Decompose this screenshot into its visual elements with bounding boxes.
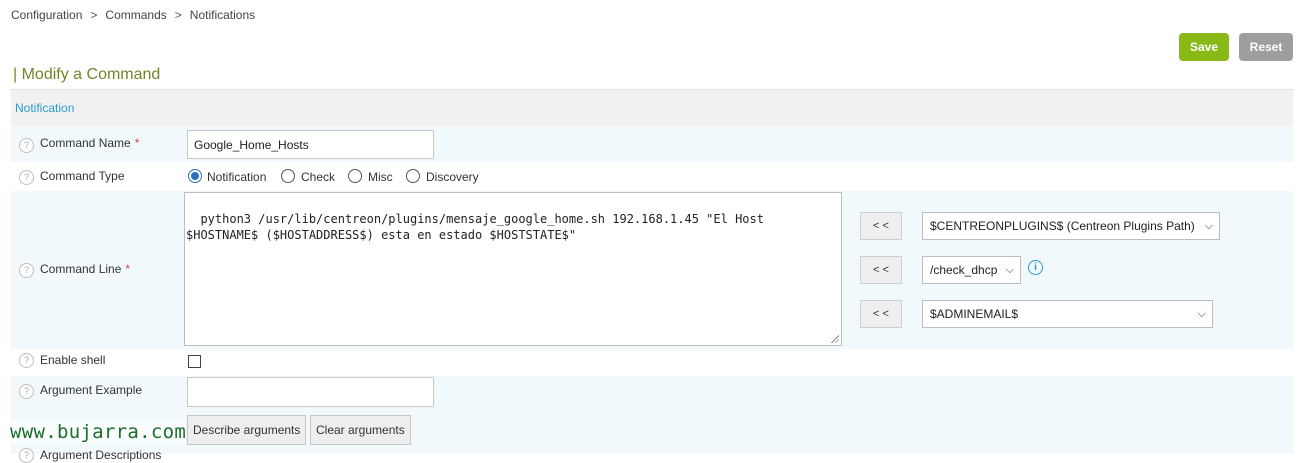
insert-check-command-button[interactable]: < < xyxy=(860,256,902,284)
command-line-textarea[interactable]: python3 /usr/lib/centreon/plugins/mensaj… xyxy=(184,192,842,346)
info-icon[interactable]: i xyxy=(1028,260,1043,275)
command-type-label: Command Type xyxy=(40,169,125,183)
radio-label-discovery: Discovery xyxy=(426,170,479,184)
admin-macro-select[interactable]: $ADMINEMAIL$ ⌵ xyxy=(922,300,1213,328)
save-button[interactable]: Save xyxy=(1179,33,1229,61)
chevron-down-icon: ⌵ xyxy=(1005,264,1014,276)
radio-label-check: Check xyxy=(301,170,336,184)
argument-example-input[interactable] xyxy=(187,377,434,407)
admin-macro-value: $ADMINEMAIL$ xyxy=(930,307,1019,321)
breadcrumb-separator: > xyxy=(174,8,182,22)
command-type-row: ? Command Type xyxy=(11,163,1293,191)
plugins-path-value: $CENTREONPLUGINS$ (Centreon Plugins Path… xyxy=(930,219,1195,233)
insert-plugins-path-button[interactable]: < < xyxy=(860,212,902,240)
command-name-label: Command Name * xyxy=(40,136,140,150)
insert-admin-macro-button[interactable]: < < xyxy=(860,300,902,328)
radio-notification[interactable] xyxy=(188,169,202,183)
chevron-down-icon: ⌵ xyxy=(1204,220,1213,232)
breadcrumb-configuration[interactable]: Configuration xyxy=(11,8,82,22)
radio-label-notification: Notification xyxy=(207,170,267,184)
section-title: Notification xyxy=(15,101,75,115)
resize-handle[interactable] xyxy=(831,335,839,343)
help-icon[interactable]: ? xyxy=(19,170,34,185)
plugins-path-select[interactable]: $CENTREONPLUGINS$ (Centreon Plugins Path… xyxy=(922,212,1220,240)
chevron-down-icon: ⌵ xyxy=(1197,308,1206,320)
enable-shell-row: ? Enable shell xyxy=(11,349,1293,376)
help-icon[interactable]: ? xyxy=(19,448,34,463)
watermark-text: www.bujarra.com xyxy=(10,421,187,443)
command-line-text: python3 /usr/lib/centreon/plugins/mensaj… xyxy=(186,212,772,242)
command-name-input[interactable] xyxy=(187,130,434,159)
reset-button[interactable]: Reset xyxy=(1239,33,1293,61)
help-icon[interactable]: ? xyxy=(19,353,34,368)
check-command-value: /check_dhcp xyxy=(930,263,998,277)
radio-label-misc: Misc xyxy=(368,170,393,184)
section-header: Notification xyxy=(11,89,1293,126)
enable-shell-checkbox[interactable] xyxy=(188,355,201,368)
breadcrumb-separator: > xyxy=(90,8,98,22)
breadcrumb: Configuration > Commands > Notifications xyxy=(11,8,255,22)
breadcrumb-notifications[interactable]: Notifications xyxy=(190,8,255,22)
check-command-select[interactable]: /check_dhcp ⌵ xyxy=(922,256,1021,284)
enable-shell-label: Enable shell xyxy=(40,353,106,367)
argument-descriptions-label: Argument Descriptions xyxy=(40,448,162,462)
help-icon[interactable]: ? xyxy=(19,384,34,399)
radio-check[interactable] xyxy=(281,169,295,183)
help-icon[interactable]: ? xyxy=(19,138,34,153)
breadcrumb-commands[interactable]: Commands xyxy=(105,8,166,22)
help-icon[interactable]: ? xyxy=(19,263,34,278)
command-line-label: Command Line * xyxy=(40,262,131,276)
radio-discovery[interactable] xyxy=(406,169,420,183)
clear-arguments-button[interactable]: Clear arguments xyxy=(310,415,411,445)
radio-misc[interactable] xyxy=(348,169,362,183)
page-title: | Modify a Command xyxy=(13,66,161,83)
argument-example-label: Argument Example xyxy=(40,383,143,397)
describe-arguments-button[interactable]: Describe arguments xyxy=(187,415,307,445)
